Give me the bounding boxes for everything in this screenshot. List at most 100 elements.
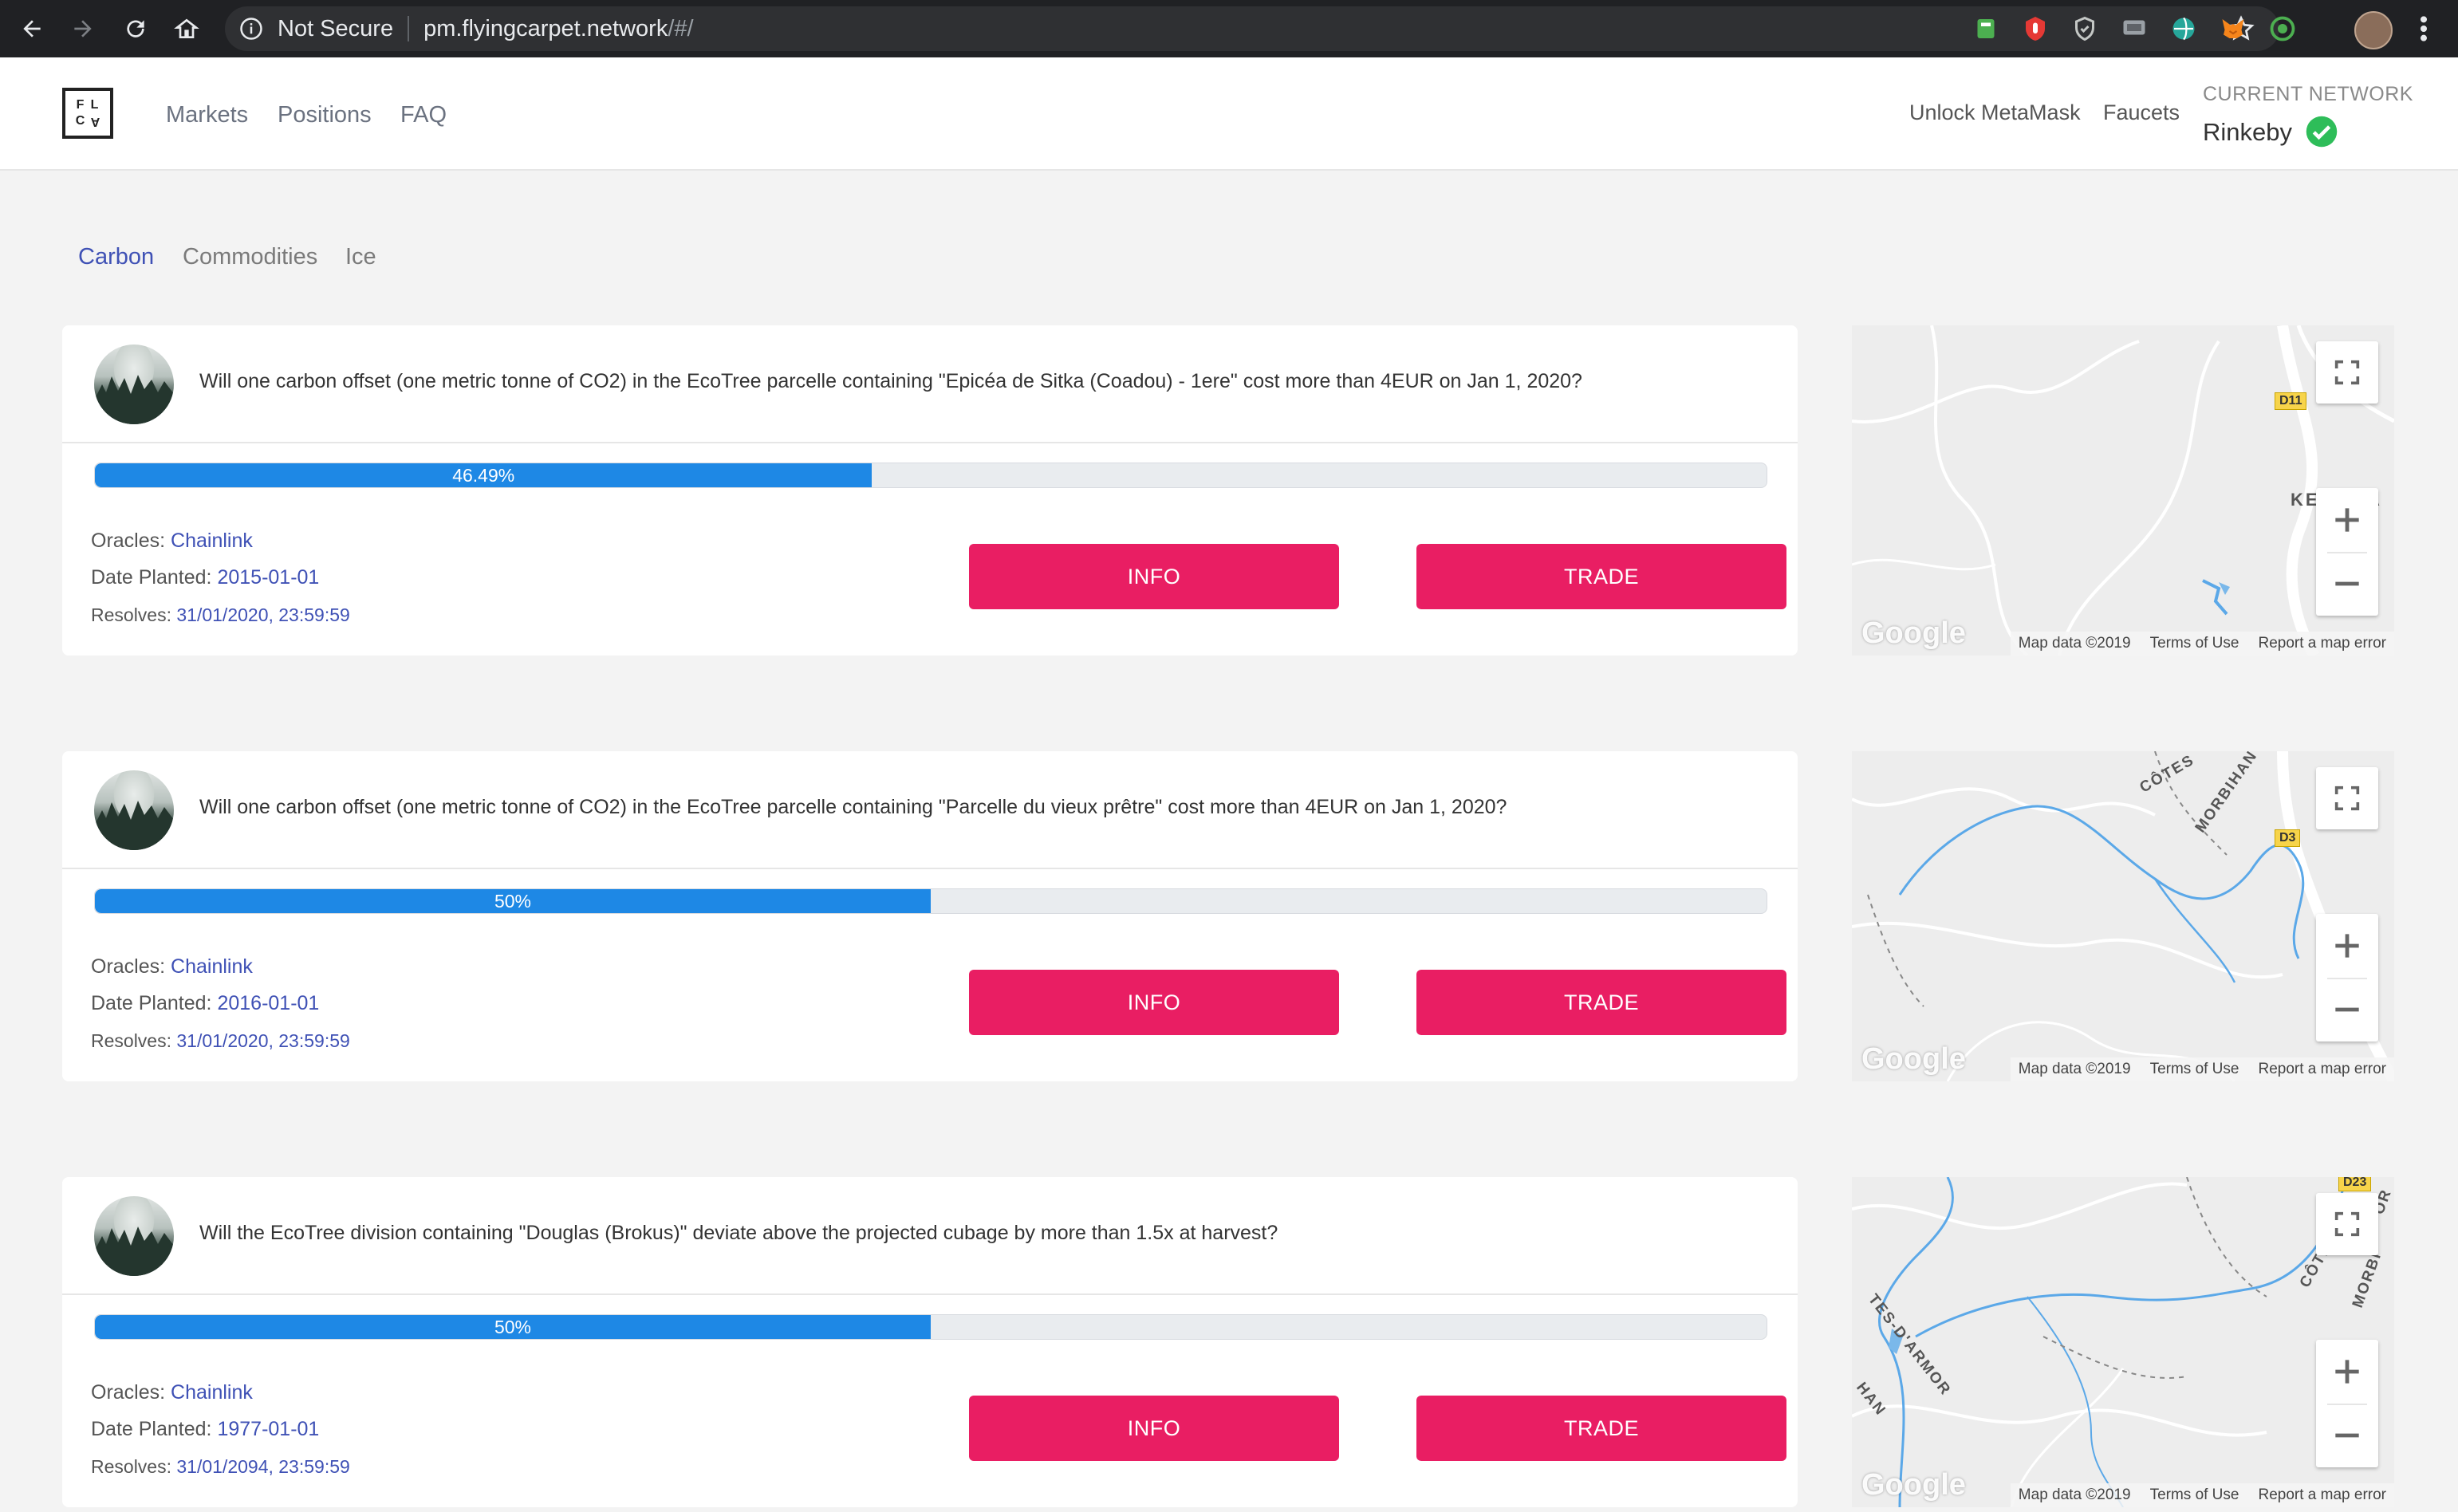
oracle-line: Oracles: Chainlink <box>91 955 253 978</box>
map-data-label: Map data ©2019 <box>2018 635 2131 652</box>
fullscreen-button[interactable] <box>2316 767 2378 829</box>
url-host: pm.flyingcarpet.network <box>423 15 668 41</box>
browser-menu-icon[interactable] <box>2412 13 2436 45</box>
report-error-link[interactable]: Report a map error <box>2258 1061 2386 1078</box>
fullscreen-icon <box>2334 360 2360 385</box>
zoom-controls <box>2316 1340 2378 1467</box>
report-error-link[interactable]: Report a map error <box>2258 1486 2386 1504</box>
extensions-bar <box>1970 11 2298 46</box>
market-question: Will the EcoTree division containing "Do… <box>199 1222 1278 1244</box>
app-logo[interactable]: F L C A <box>62 88 113 139</box>
trade-button[interactable]: TRADE <box>1416 544 1786 609</box>
terms-link[interactable]: Terms of Use <box>2150 1486 2239 1504</box>
url-text[interactable]: pm.flyingcarpet.network/#/ <box>423 16 694 42</box>
minus-icon <box>2335 1007 2359 1012</box>
omnibox-separator <box>408 16 410 41</box>
map-attribution: Map data ©2019 Terms of Use Report a map… <box>2010 1057 2394 1081</box>
map-data-label: Map data ©2019 <box>2018 1486 2131 1503</box>
google-map[interactable]: D11 KE A Google Map data ©2019 Terms of … <box>1852 325 2394 656</box>
fullscreen-button[interactable] <box>2316 1193 2378 1255</box>
minus-icon <box>2335 1433 2359 1438</box>
resolves-date: 31/01/2020, 23:59:59 <box>176 604 350 625</box>
planted-date: 1977-01-01 <box>217 1418 320 1440</box>
forward-icon[interactable] <box>65 11 100 46</box>
resolves-date: 31/01/2094, 23:59:59 <box>176 1456 350 1477</box>
probability-label: 46.49% <box>452 464 515 486</box>
unlock-metamask-link[interactable]: Unlock MetaMask <box>1909 100 2081 125</box>
info-icon[interactable] <box>239 17 263 41</box>
logo-letter: L <box>90 98 100 112</box>
extension-target-icon[interactable] <box>2267 13 2298 45</box>
security-label: Not Secure <box>278 15 394 41</box>
terms-link[interactable]: Terms of Use <box>2150 1061 2239 1078</box>
metamask-fox-icon[interactable] <box>2217 13 2249 45</box>
extension-stop-hand-icon[interactable] <box>2019 13 2051 45</box>
info-button[interactable]: INFO <box>969 1396 1339 1461</box>
profile-avatar[interactable] <box>2354 11 2393 49</box>
probability-label: 50% <box>494 890 532 912</box>
url-path: /#/ <box>668 15 694 41</box>
zoom-out-button[interactable] <box>2316 1404 2378 1467</box>
fullscreen-button[interactable] <box>2316 341 2378 404</box>
logo-letter: A <box>89 115 100 128</box>
map-terrain <box>1852 1177 2348 1507</box>
extension-shield-icon[interactable] <box>2069 13 2101 45</box>
report-error-link[interactable]: Report a map error <box>2258 635 2386 652</box>
extension-cast-icon[interactable] <box>2118 13 2150 45</box>
home-icon[interactable] <box>169 11 204 46</box>
network-name: Rinkeby <box>2203 118 2292 146</box>
google-map[interactable]: D23 TES-D'ARMOR HAN CÔTE MORBI OR Google… <box>1852 1177 2394 1507</box>
probability-fill: 46.49% <box>95 463 873 487</box>
info-button[interactable]: INFO <box>969 544 1339 609</box>
browser-toolbar: Not Secure pm.flyingcarpet.network/#/ <box>0 0 2458 57</box>
zoom-in-button[interactable] <box>2316 1340 2378 1404</box>
faucets-link[interactable]: Faucets <box>2103 100 2180 125</box>
market-card: Will one carbon offset (one metric tonne… <box>62 751 1798 1081</box>
planted-date: 2015-01-01 <box>217 566 320 589</box>
oracle-link[interactable]: Chainlink <box>171 1381 253 1404</box>
oracle-link[interactable]: Chainlink <box>171 955 253 978</box>
tab-ice[interactable]: Ice <box>345 244 376 270</box>
zoom-out-button[interactable] <box>2316 552 2378 616</box>
card-divider <box>62 868 1798 869</box>
planted-date: 2016-01-01 <box>217 992 320 1014</box>
fullscreen-icon <box>2334 786 2360 811</box>
resolves-date: 31/01/2020, 23:59:59 <box>176 1030 350 1051</box>
map-data-label: Map data ©2019 <box>2018 1061 2131 1077</box>
tab-carbon[interactable]: Carbon <box>78 244 154 270</box>
resolves-label: Resolves: <box>91 1030 171 1051</box>
trade-button[interactable]: TRADE <box>1416 1396 1786 1461</box>
oracle-link[interactable]: Chainlink <box>171 530 253 552</box>
resolves-line: Resolves: 31/01/2020, 23:59:59 <box>91 1030 350 1052</box>
nav-markets[interactable]: Markets <box>166 102 248 128</box>
probability-bar: 50% <box>94 1314 1767 1340</box>
google-logo: Google <box>1861 1042 1966 1076</box>
nav-faq[interactable]: FAQ <box>400 102 447 128</box>
card-divider <box>62 1293 1798 1295</box>
road-label: D11 <box>2275 392 2307 410</box>
extension-green-icon[interactable] <box>1970 13 2002 45</box>
card-divider <box>62 442 1798 443</box>
info-button[interactable]: INFO <box>969 970 1339 1035</box>
extension-globe-icon[interactable] <box>2168 13 2200 45</box>
terms-link[interactable]: Terms of Use <box>2150 635 2239 652</box>
zoom-separator <box>2327 552 2367 553</box>
zoom-separator <box>2327 1404 2367 1405</box>
back-icon[interactable] <box>14 11 49 46</box>
google-map[interactable]: D3 CÔTES MORBIHAN Google Map data ©2019 … <box>1852 751 2394 1081</box>
plus-icon <box>2335 508 2359 532</box>
planted-label: Date Planted: <box>91 992 212 1014</box>
nav-positions[interactable]: Positions <box>278 102 372 128</box>
planted-line: Date Planted: 2015-01-01 <box>91 566 319 589</box>
map-attribution: Map data ©2019 Terms of Use Report a map… <box>2010 632 2394 656</box>
zoom-in-button[interactable] <box>2316 914 2378 978</box>
reload-icon[interactable] <box>118 11 153 46</box>
trade-button[interactable]: TRADE <box>1416 970 1786 1035</box>
zoom-controls <box>2316 488 2378 616</box>
road-label: D3 <box>2275 829 2301 847</box>
tab-commodities[interactable]: Commodities <box>183 244 317 270</box>
probability-label: 50% <box>494 1316 532 1337</box>
zoom-in-button[interactable] <box>2316 488 2378 552</box>
zoom-out-button[interactable] <box>2316 978 2378 1041</box>
probability-bar: 50% <box>94 888 1767 914</box>
